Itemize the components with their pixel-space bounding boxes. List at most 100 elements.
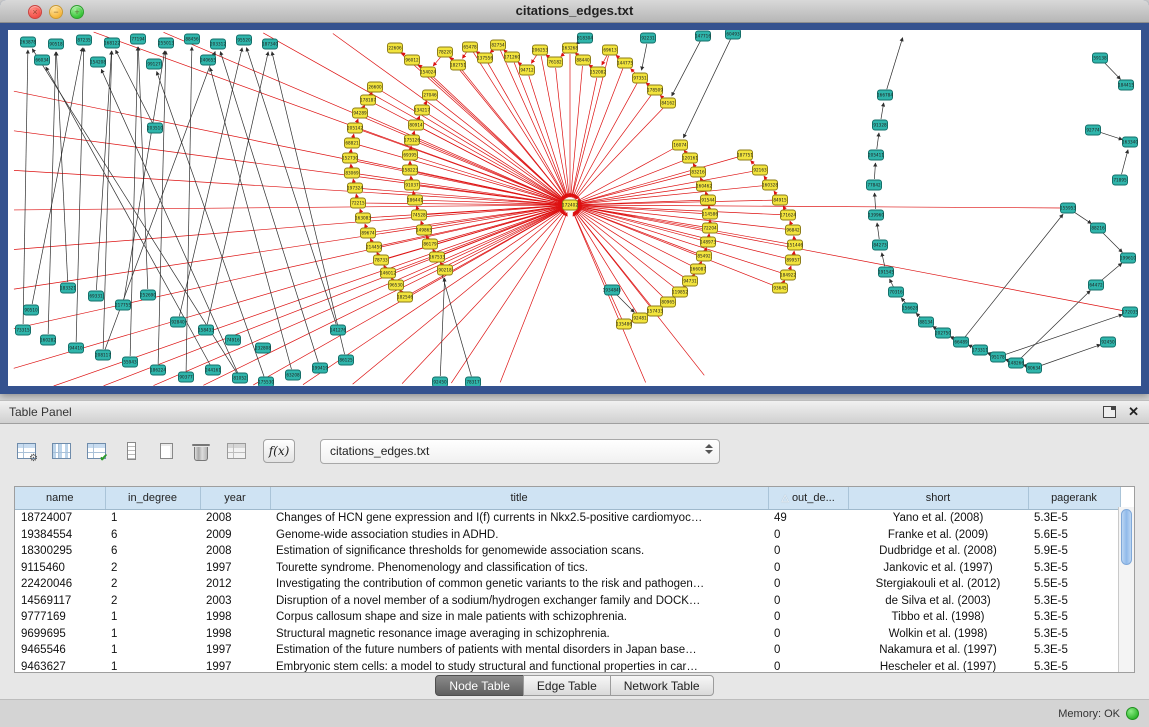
graph-node-label: 90510 <box>24 308 38 313</box>
graph-edge <box>576 210 675 288</box>
graph-node-label: 84915 <box>773 198 787 203</box>
table-scrollbar[interactable] <box>1118 507 1134 672</box>
graph-edge <box>1040 345 1101 366</box>
graph-node-label: 90518 <box>49 42 63 47</box>
graph-node-label: 175530 <box>258 380 274 385</box>
float-panel-icon[interactable] <box>1103 406 1116 418</box>
graph-edge <box>439 265 471 377</box>
graph-node-label: 80634 <box>1027 366 1041 371</box>
graph-node-label: 818304 <box>577 36 593 41</box>
column-header-pagerank[interactable]: pagerank <box>1028 487 1120 510</box>
table-row[interactable]: 1456911722003Disruption of a novel membe… <box>15 593 1120 610</box>
table-row[interactable]: 911546021997Tourette syndrome. Phenomeno… <box>15 560 1120 577</box>
close-panel-icon[interactable]: ✕ <box>1128 405 1139 418</box>
column-header-name[interactable]: name <box>15 487 105 510</box>
graph-node-label: 90377 <box>179 375 193 380</box>
table-cell: 0 <box>768 527 848 544</box>
create-column-button[interactable] <box>154 438 178 464</box>
table-cell: Yano et al. (2008) <box>848 510 1028 527</box>
graph-node-label: 168122 <box>104 41 120 46</box>
scrollbar-thumb[interactable] <box>1121 509 1132 565</box>
table-cell: 2003 <box>200 593 270 610</box>
table-row[interactable]: 2242004622012Investigating the contribut… <box>15 576 1120 593</box>
column-header-out_de[interactable]: △out_de... <box>768 487 848 510</box>
sort-ascending-icon: △ <box>781 493 789 504</box>
graph-node-label: 172402 <box>562 203 578 208</box>
table-cell: 2009 <box>200 527 270 544</box>
graph-node-label: 72204 <box>703 226 717 231</box>
graph-node-label: 191545 <box>878 270 894 275</box>
graph-node-label: 154024 <box>420 70 436 75</box>
graph-edge <box>890 279 894 286</box>
table-row[interactable]: 1872400712008Changes of HCN gene express… <box>15 510 1120 527</box>
dropdown-stepper-icon <box>705 444 713 454</box>
graph-node-label: 156628 <box>902 306 918 311</box>
graph-node-label: 171624 <box>780 213 796 218</box>
map-table-button[interactable] <box>224 438 248 464</box>
graph-edge <box>14 206 562 250</box>
graph-edge <box>1104 62 1120 79</box>
table-cell: 1997 <box>200 659 270 674</box>
table-row[interactable]: 1830029562008Estimation of significance … <box>15 543 1120 560</box>
graph-node-label: 94712 <box>520 68 534 73</box>
table-cell: 6 <box>105 527 200 544</box>
node-table: namein_degreeyeartitle△out_de...shortpag… <box>15 487 1121 673</box>
graph-node-label: 171260 <box>504 55 520 60</box>
graph-edge <box>488 63 566 198</box>
table-cell: 22420046 <box>15 576 105 593</box>
graph-node-label: 92481 <box>633 316 647 321</box>
delete-column-button[interactable] <box>189 438 213 464</box>
select-columns-button[interactable] <box>49 438 73 464</box>
graph-edge <box>877 223 879 239</box>
table-cell: 9463627 <box>15 659 105 674</box>
graph-node-label: 178187 <box>360 98 376 103</box>
table-row[interactable]: 1938455462009Genome-wide association stu… <box>15 527 1120 544</box>
graph-edge <box>154 208 563 385</box>
citation-network-graph[interactable]: 2638789051887235168122771942550138845620… <box>8 30 1141 386</box>
column-header-label: out_de... <box>792 492 835 504</box>
column-header-year[interactable]: year <box>200 487 270 510</box>
table-cell: 0 <box>768 560 848 577</box>
table-cell: 9465546 <box>15 642 105 659</box>
tab-edge-table[interactable]: Edge Table <box>523 675 611 696</box>
function-builder-button[interactable]: f(x) <box>263 439 295 463</box>
graph-node-label: 92163 <box>753 168 767 173</box>
column-header-short[interactable]: short <box>848 487 1028 510</box>
graph-edge <box>48 52 56 334</box>
graph-node-label: 137556 <box>477 56 493 61</box>
graph-node-label: 208117 <box>95 353 111 358</box>
table-disabled-icon <box>227 443 246 459</box>
column-header-title[interactable]: title <box>270 487 768 510</box>
graph-node-label: 95178 <box>991 355 1005 360</box>
graph-edge <box>421 128 563 202</box>
graph-node-label: 160328 <box>762 183 778 188</box>
graph-node-label: 184415 <box>1118 83 1134 88</box>
graph-edge <box>783 280 785 283</box>
cytoscape-screen: × − + citations_edges.txt 26387890518872… <box>0 0 1149 727</box>
table-select-dropdown[interactable]: citations_edges.txt <box>320 439 720 464</box>
graph-node-label: 197324 <box>347 186 363 191</box>
column-header-in_degree[interactable]: in_degree <box>105 487 200 510</box>
graph-edge <box>578 207 1124 311</box>
graph-node-label: 86125 <box>339 358 353 363</box>
network-window: × − + citations_edges.txt 26387890518872… <box>0 0 1149 394</box>
graph-node-label: 88134 <box>919 320 933 325</box>
tab-node-table[interactable]: Node Table <box>435 675 524 696</box>
table-row[interactable]: 946554611997Estimation of the future num… <box>15 642 1120 659</box>
table-settings-button[interactable]: ⚙ <box>14 438 38 464</box>
table-row[interactable]: 946362711997Embryonic stem cells: a mode… <box>15 659 1120 674</box>
graph-node-label: 160462 <box>696 184 712 189</box>
graph-edge <box>363 105 365 108</box>
table-row[interactable]: 977716911998Corpus callosum shape and si… <box>15 609 1120 626</box>
import-table-button[interactable]: ✔ <box>84 438 108 464</box>
window-titlebar[interactable]: × − + citations_edges.txt <box>0 0 1149 23</box>
graph-node-label: 163083 <box>355 216 371 221</box>
row-options-button[interactable] <box>119 438 143 464</box>
tab-network-table[interactable]: Network Table <box>610 675 714 696</box>
graph-node-label: 84162 <box>661 101 675 106</box>
column-header-label: pagerank <box>1051 492 1097 504</box>
network-canvas[interactable]: 2638789051887235168122771942550138845620… <box>8 30 1141 386</box>
graph-node-label: 119852 <box>672 290 688 295</box>
table-row[interactable]: 969969511998Structural magnetic resonanc… <box>15 626 1120 643</box>
graph-node-label: 86179 <box>423 242 437 247</box>
